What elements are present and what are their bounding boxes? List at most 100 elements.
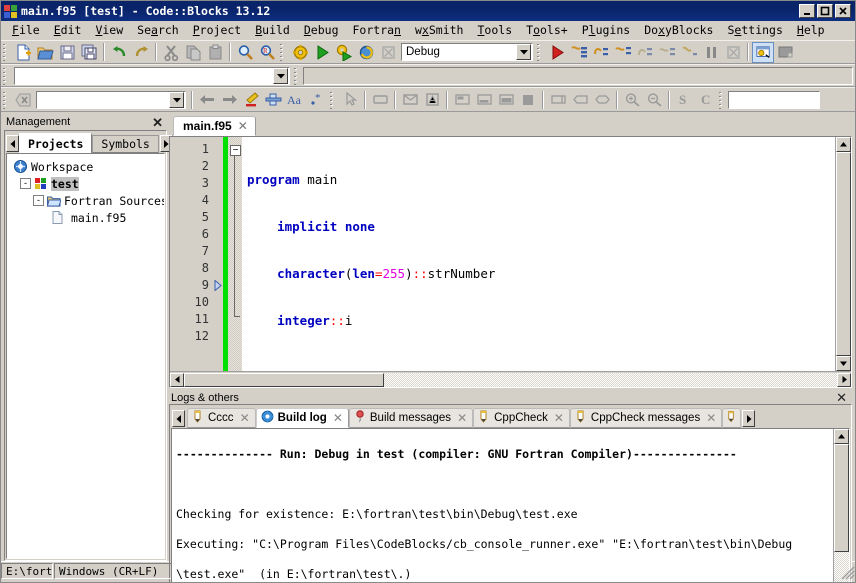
- hscroll-track[interactable]: [184, 373, 837, 387]
- panel-icon[interactable]: [369, 89, 391, 110]
- marker-margin[interactable]: [212, 137, 223, 371]
- toolbar-grip[interactable]: [3, 91, 9, 109]
- fold-margin[interactable]: −: [228, 137, 242, 371]
- vscroll-thumb[interactable]: [836, 152, 851, 356]
- close-icon[interactable]: ✕: [554, 411, 564, 425]
- code-completion-combo[interactable]: [14, 67, 290, 85]
- tree-item-test[interactable]: - test: [9, 175, 162, 192]
- stop-debugger-icon[interactable]: [722, 42, 744, 63]
- expand-both-icon[interactable]: [591, 89, 613, 110]
- highlight-icon[interactable]: [240, 89, 262, 110]
- undo-icon[interactable]: [108, 42, 130, 63]
- step-into-icon[interactable]: [612, 42, 634, 63]
- smart-icon[interactable]: S: [673, 89, 695, 110]
- break-debugger-icon[interactable]: [700, 42, 722, 63]
- tab-cppcheck[interactable]: CppCheck ✕: [473, 408, 570, 428]
- tree-item-fortran-sources[interactable]: - Fortran Sources: [9, 192, 162, 209]
- menu-file[interactable]: File: [5, 22, 47, 38]
- tab-build-log[interactable]: Build log ✕: [256, 408, 349, 428]
- debug-continue-icon[interactable]: [546, 42, 568, 63]
- menu-help[interactable]: Help: [790, 22, 832, 38]
- align-top-icon[interactable]: [451, 89, 473, 110]
- log-vscroll-thumb[interactable]: [834, 444, 849, 552]
- save-all-icon[interactable]: [78, 42, 100, 63]
- close-icon[interactable]: ✕: [238, 119, 248, 133]
- editor-area[interactable]: 1 2 3 4 5 6 7 8 9 10 11 12: [170, 137, 851, 371]
- new-file-icon[interactable]: [12, 42, 34, 63]
- run-icon[interactable]: [311, 42, 333, 63]
- clear-icon[interactable]: [12, 89, 34, 110]
- toolbar-grip[interactable]: [537, 43, 543, 61]
- step-into-instruction-icon[interactable]: [678, 42, 700, 63]
- toolbar-grip[interactable]: [3, 43, 9, 61]
- expand-right-icon[interactable]: [547, 89, 569, 110]
- step-out-icon[interactable]: [634, 42, 656, 63]
- tab-projects[interactable]: Projects: [19, 133, 92, 153]
- arrow-up-icon[interactable]: [836, 137, 851, 152]
- chevron-down-icon[interactable]: [169, 92, 184, 108]
- close-icon[interactable]: ✕: [706, 411, 716, 425]
- editor-hscrollbar[interactable]: [170, 371, 851, 387]
- build-target-combo[interactable]: Debug: [401, 43, 533, 61]
- arrow-up-icon[interactable]: [834, 429, 849, 444]
- frame-icon[interactable]: [421, 89, 443, 110]
- row3-tail-input[interactable]: [728, 91, 820, 109]
- tab-main-f95[interactable]: main.f95 ✕: [173, 116, 256, 136]
- find-icon[interactable]: [234, 42, 256, 63]
- debugging-windows-icon[interactable]: [752, 42, 774, 63]
- fold-minus-icon[interactable]: −: [230, 145, 241, 156]
- paste-icon[interactable]: [204, 42, 226, 63]
- replace-icon[interactable]: R: [256, 42, 278, 63]
- menu-plugins[interactable]: Plugins: [575, 22, 638, 38]
- align-bottom-icon[interactable]: [473, 89, 495, 110]
- build-icon[interactable]: [289, 42, 311, 63]
- chevron-left-icon[interactable]: [172, 410, 185, 427]
- open-file-icon[interactable]: [34, 42, 56, 63]
- menu-toolsplus[interactable]: Tools+: [519, 22, 575, 38]
- various-info-icon[interactable]: [774, 42, 796, 63]
- code-content[interactable]: program main implicit none character(len…: [242, 137, 835, 371]
- toolbar-grip[interactable]: [719, 91, 725, 109]
- copy-icon[interactable]: [182, 42, 204, 63]
- close-icon[interactable]: ✕: [240, 411, 250, 425]
- pointer-icon[interactable]: [339, 89, 361, 110]
- menu-debug[interactable]: Debug: [297, 22, 346, 38]
- run-to-cursor-icon[interactable]: [568, 42, 590, 63]
- tree-expander[interactable]: -: [33, 195, 44, 206]
- menu-project[interactable]: Project: [186, 22, 248, 38]
- tree-expander[interactable]: -: [20, 178, 31, 189]
- tab-build-messages[interactable]: Build messages ✕: [349, 408, 473, 428]
- chevron-left-icon[interactable]: [6, 135, 19, 152]
- close-icon[interactable]: ✕: [152, 116, 165, 129]
- cut-icon[interactable]: [160, 42, 182, 63]
- menu-search[interactable]: Search: [130, 22, 186, 38]
- next-line-icon[interactable]: [590, 42, 612, 63]
- vscroll-track[interactable]: [836, 152, 851, 356]
- close-button[interactable]: [835, 4, 851, 18]
- hscroll-thumb[interactable]: [184, 373, 384, 387]
- zoom-out-icon[interactable]: [643, 89, 665, 110]
- chevron-right-icon[interactable]: [742, 410, 755, 427]
- tab-overflow[interactable]: [722, 408, 741, 428]
- build-log-output[interactable]: -------------- Run: Debug in test (compi…: [171, 428, 850, 583]
- arrow-left-icon[interactable]: [170, 373, 184, 387]
- search-input-combo[interactable]: [36, 91, 186, 109]
- build-and-run-icon[interactable]: [333, 42, 355, 63]
- rebuild-icon[interactable]: [355, 42, 377, 63]
- close-icon[interactable]: ✕: [836, 391, 850, 404]
- maximize-button[interactable]: [817, 4, 833, 18]
- chevron-down-icon[interactable]: [273, 68, 288, 84]
- menu-tools[interactable]: Tools: [470, 22, 519, 38]
- tree-item-workspace[interactable]: Workspace: [9, 158, 162, 175]
- menu-settings[interactable]: Settings: [720, 22, 789, 38]
- menu-view[interactable]: View: [88, 22, 130, 38]
- goto-next-icon[interactable]: [218, 89, 240, 110]
- abort-icon[interactable]: [377, 42, 399, 63]
- resize-grip[interactable]: [841, 562, 855, 580]
- menu-edit[interactable]: Edit: [47, 22, 89, 38]
- menu-wxsmith[interactable]: wxSmith: [408, 22, 471, 38]
- toolbar-grip[interactable]: [330, 91, 336, 109]
- center-icon[interactable]: C: [695, 89, 717, 110]
- log-vscrollbar[interactable]: [833, 429, 849, 583]
- arrow-down-icon[interactable]: [836, 356, 851, 371]
